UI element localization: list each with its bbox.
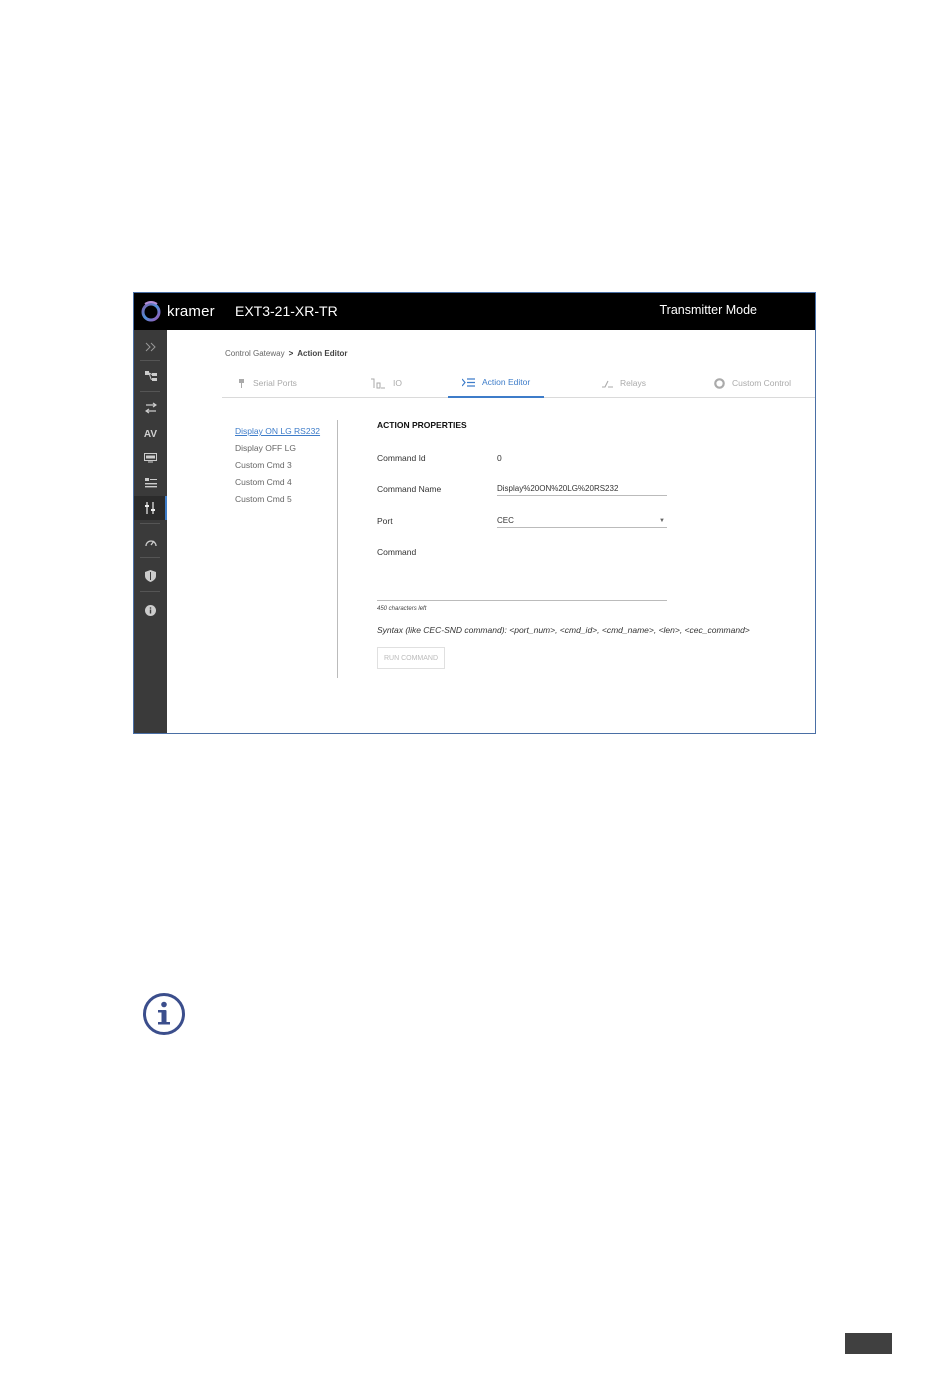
syntax-hint: Syntax (like CEC-SND command): <port_num… — [377, 625, 750, 635]
command-textarea[interactable] — [377, 557, 667, 601]
info-note-icon — [143, 993, 185, 1035]
tab-relays[interactable]: Relays — [602, 368, 646, 398]
page-number-tab — [845, 1333, 892, 1354]
breadcrumb: Control Gateway > Action Editor — [225, 349, 347, 358]
command-name-label: Command Name — [377, 484, 442, 494]
app-window: kramer EXT3-21-XR-TR Transmitter Mode AV — [133, 292, 816, 734]
io-icon — [371, 378, 385, 388]
display-icon[interactable] — [134, 446, 167, 470]
serial-port-icon — [239, 378, 244, 388]
run-command-button[interactable]: RUN COMMAND — [377, 647, 445, 669]
list-item[interactable]: Display OFF LG — [235, 440, 340, 457]
top-bar: kramer EXT3-21-XR-TR Transmitter Mode — [134, 293, 815, 330]
divider — [337, 420, 338, 678]
tab-label: IO — [393, 378, 402, 388]
logo-text: kramer — [167, 303, 215, 320]
tab-label: Relays — [620, 378, 646, 388]
port-value: CEC — [497, 516, 514, 525]
device-title: EXT3-21-XR-TR — [235, 303, 338, 319]
control-gateway-icon[interactable] — [134, 496, 167, 520]
command-id-value: 0 — [497, 453, 502, 463]
settings-list-icon[interactable] — [134, 471, 167, 495]
tab-bar: Serial Ports IO Action Editor Relays Cus… — [222, 368, 815, 398]
info-icon[interactable] — [134, 598, 167, 622]
network-icon[interactable] — [134, 364, 167, 388]
chars-left-text: 450 characters left — [377, 606, 427, 612]
sidebar: AV — [134, 330, 167, 733]
custom-control-icon — [714, 377, 725, 389]
port-select[interactable]: CEC ▼ — [497, 516, 667, 528]
tab-io[interactable]: IO — [370, 368, 402, 398]
dashboard-icon[interactable] — [134, 530, 167, 554]
tab-label: Serial Ports — [253, 378, 297, 388]
list-item[interactable]: Display ON LG RS232 — [235, 423, 340, 440]
av-icon[interactable]: AV — [134, 422, 167, 446]
expand-chevrons-icon[interactable] — [134, 335, 167, 359]
tab-custom-control[interactable]: Custom Control — [714, 368, 791, 398]
relay-icon — [602, 380, 613, 388]
port-label: Port — [377, 516, 393, 526]
command-name-value: Display%20ON%20LG%20RS232 — [497, 484, 619, 493]
command-list: Display ON LG RS232 Display OFF LG Custo… — [235, 423, 340, 508]
tab-serial-ports[interactable]: Serial Ports — [237, 368, 297, 398]
list-item[interactable]: Custom Cmd 5 — [235, 491, 340, 508]
command-label: Command — [377, 547, 417, 557]
security-shield-icon[interactable] — [134, 564, 167, 588]
action-properties-panel: ACTION PROPERTIES Command Id 0 Command N… — [377, 420, 807, 669]
tab-action-editor[interactable]: Action Editor — [448, 368, 545, 398]
command-name-field[interactable]: Display%20ON%20LG%20RS232 — [497, 484, 667, 496]
main-content: Control Gateway > Action Editor Serial Por… — [167, 330, 815, 733]
breadcrumb-separator: > — [288, 349, 294, 358]
kramer-logo-icon — [141, 301, 161, 322]
switch-icon[interactable] — [134, 396, 167, 420]
action-editor-icon — [462, 377, 475, 387]
mode-label: Transmitter Mode — [659, 303, 757, 317]
command-id-label: Command Id — [377, 453, 426, 463]
list-item[interactable]: Custom Cmd 3 — [235, 457, 340, 474]
list-item[interactable]: Custom Cmd 4 — [235, 474, 340, 491]
tab-label: Custom Control — [732, 378, 792, 388]
chevron-down-icon: ▼ — [659, 518, 665, 524]
properties-title: ACTION PROPERTIES — [377, 420, 467, 430]
breadcrumb-parent[interactable]: Control Gateway — [225, 349, 285, 358]
tab-label: Action Editor — [482, 377, 531, 387]
breadcrumb-current: Action Editor — [297, 349, 348, 358]
